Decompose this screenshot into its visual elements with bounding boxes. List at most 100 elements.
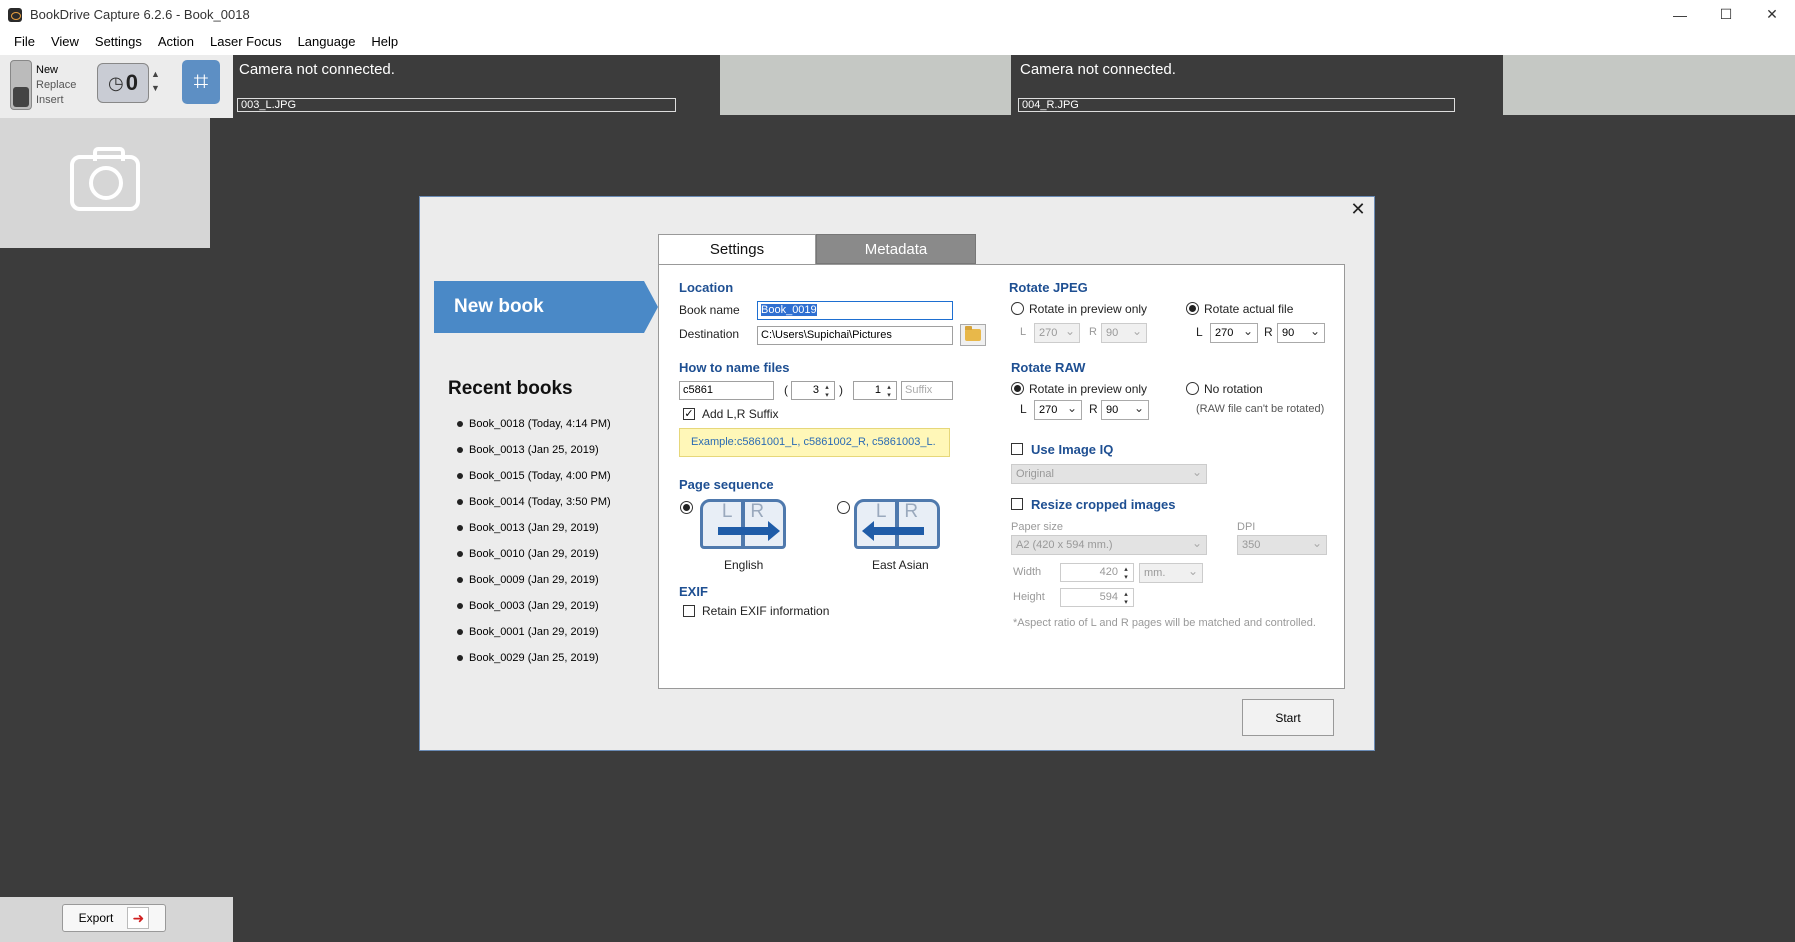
height-stepper[interactable]: 594 [1060,588,1134,607]
raw-preview-only-label: Rotate in preview only [1029,382,1148,396]
jpeg-preview-only-radio[interactable] [1011,302,1024,315]
english-book-icon[interactable]: LR [700,499,788,557]
camera-icon [70,147,140,211]
mode-toggle-switch[interactable] [10,60,32,110]
dialog-close-button[interactable]: ✕ [1348,199,1368,220]
list-item[interactable]: Book_0018 (Today, 4:14 PM) [457,416,611,442]
digits-stepper[interactable]: 3 [791,381,835,400]
paper-size-select[interactable]: A2 (420 x 594 mm.) [1011,534,1207,555]
start-number-stepper[interactable]: 1 [853,381,897,400]
capture-thumbnail[interactable] [0,118,210,248]
list-item[interactable]: Book_0013 (Jan 25, 2019) [457,442,611,468]
export-arrow-icon: ➜ [127,907,150,929]
jpeg-preview-r-select[interactable]: 90 [1101,322,1147,343]
export-button[interactable]: Export ➜ [62,904,166,932]
tab-metadata[interactable]: Metadata [816,234,976,264]
browse-folder-button[interactable] [960,324,986,346]
export-label: Export [78,911,114,925]
retain-exif-checkbox[interactable] [683,605,695,617]
width-label: Width [1013,566,1042,578]
east-asian-book-icon[interactable]: LR [854,499,942,557]
aspect-ratio-note: *Aspect ratio of L and R pages will be m… [1013,617,1316,629]
left-camera-status: Camera not connected. [239,61,395,78]
window-controls: — ☐ ✕ [1657,0,1795,29]
list-item[interactable]: Book_0003 (Jan 29, 2019) [457,598,611,624]
title-bar: BookDrive Capture 6.2.6 - Book_0018 — ☐ … [0,0,1795,29]
recent-book-label: Book_0001 (Jan 29, 2019) [469,626,599,638]
tab-settings[interactable]: Settings [658,234,816,264]
list-item[interactable]: Book_0001 (Jan 29, 2019) [457,624,611,650]
list-item[interactable]: Book_0014 (Today, 3:50 PM) [457,494,611,520]
retain-exif-label: Retain EXIF information [702,604,830,618]
raw-r-select[interactable]: 90 [1101,399,1149,420]
bullet-icon [457,525,463,531]
menu-view[interactable]: View [43,29,87,55]
list-item[interactable]: Book_0009 (Jan 29, 2019) [457,572,611,598]
raw-l-select[interactable]: 270 [1034,399,1082,420]
rotate-raw-title: Rotate RAW [1011,360,1086,375]
right-camera-status: Camera not connected. [1020,61,1176,78]
right-camera-panel: Camera not connected. 004_R.JPG [1014,55,1503,115]
add-lr-suffix-checkbox[interactable]: ✓ [683,408,695,420]
use-image-iq-checkbox[interactable] [1011,443,1023,455]
maximize-button[interactable]: ☐ [1703,0,1749,29]
mode-new[interactable]: New [36,63,76,78]
self-timer-button[interactable]: ◷ 0 [97,63,149,103]
menu-action[interactable]: Action [150,29,202,55]
new-book-dialog: ✕ New book Recent books Book_0018 (Today… [419,196,1375,751]
menu-help[interactable]: Help [363,29,406,55]
menu-settings[interactable]: Settings [87,29,150,55]
recent-book-label: Book_0010 (Jan 29, 2019) [469,548,599,560]
suffix-input[interactable]: Suffix [901,381,953,400]
recent-book-label: Book_0003 (Jan 29, 2019) [469,600,599,612]
page-sequence-english-radio[interactable] [680,501,693,514]
bullet-icon [457,577,463,583]
left-panel: New Replace Insert ◷ 0 ▲ ▼ ⌗ Export ➜ [0,55,233,942]
destination-input[interactable]: C:\Users\Supichai\Pictures [757,326,953,345]
list-item[interactable]: Book_0029 (Jan 25, 2019) [457,650,611,676]
jpeg-actual-l-select[interactable]: 270 [1210,322,1258,343]
jpeg-actual-l-label: L [1196,325,1203,339]
recent-book-label: Book_0015 (Today, 4:00 PM) [469,470,611,482]
recent-book-label: Book_0009 (Jan 29, 2019) [469,574,599,586]
resize-cropped-checkbox[interactable] [1011,498,1023,510]
start-button[interactable]: Start [1242,699,1334,736]
add-lr-suffix-label: Add L,R Suffix [702,407,779,421]
capture-controls: New Replace Insert ◷ 0 ▲ ▼ ⌗ [0,55,233,118]
jpeg-preview-l-label: L [1020,326,1027,338]
settings-panel: Location Book name Book_0019 Destination… [658,264,1345,689]
close-window-button[interactable]: ✕ [1749,0,1795,29]
jpeg-preview-l-select[interactable]: 270 [1034,322,1080,343]
image-iq-select[interactable]: Original [1011,463,1207,484]
raw-preview-only-radio[interactable] [1011,382,1024,395]
paper-size-label: Paper size [1011,521,1063,533]
list-item[interactable]: Book_0010 (Jan 29, 2019) [457,546,611,572]
right-file-name: 004_R.JPG [1018,98,1455,112]
menu-laser-focus[interactable]: Laser Focus [202,29,290,55]
recent-books-title: Recent books [448,378,573,399]
page-sequence-east-asian-radio[interactable] [837,501,850,514]
list-item[interactable]: Book_0015 (Today, 4:00 PM) [457,468,611,494]
raw-no-rotation-radio[interactable] [1186,382,1199,395]
rotate-jpeg-title: Rotate JPEG [1009,280,1088,295]
jpeg-actual-file-radio[interactable] [1186,302,1199,315]
mode-replace[interactable]: Replace [36,78,76,93]
timer-value: 0 [125,70,138,95]
bullet-icon [457,603,463,609]
dpi-select[interactable]: 350 [1237,534,1327,555]
book-name-input[interactable]: Book_0019 [757,301,953,320]
menu-file[interactable]: File [6,29,43,55]
jpeg-actual-r-select[interactable]: 90 [1277,322,1325,343]
timer-stepper[interactable]: ▲ ▼ [151,67,160,95]
unit-select[interactable]: mm. [1139,562,1203,583]
recent-book-label: Book_0013 (Jan 29, 2019) [469,522,599,534]
height-label: Height [1013,591,1045,603]
crop-button[interactable]: ⌗ [182,60,220,104]
width-stepper[interactable]: 420 [1060,563,1134,582]
minimize-button[interactable]: — [1657,0,1703,29]
menu-language[interactable]: Language [290,29,364,55]
dpi-label: DPI [1237,521,1256,533]
mode-insert[interactable]: Insert [36,93,76,108]
file-prefix-input[interactable]: c5861 [679,381,774,400]
list-item[interactable]: Book_0013 (Jan 29, 2019) [457,520,611,546]
